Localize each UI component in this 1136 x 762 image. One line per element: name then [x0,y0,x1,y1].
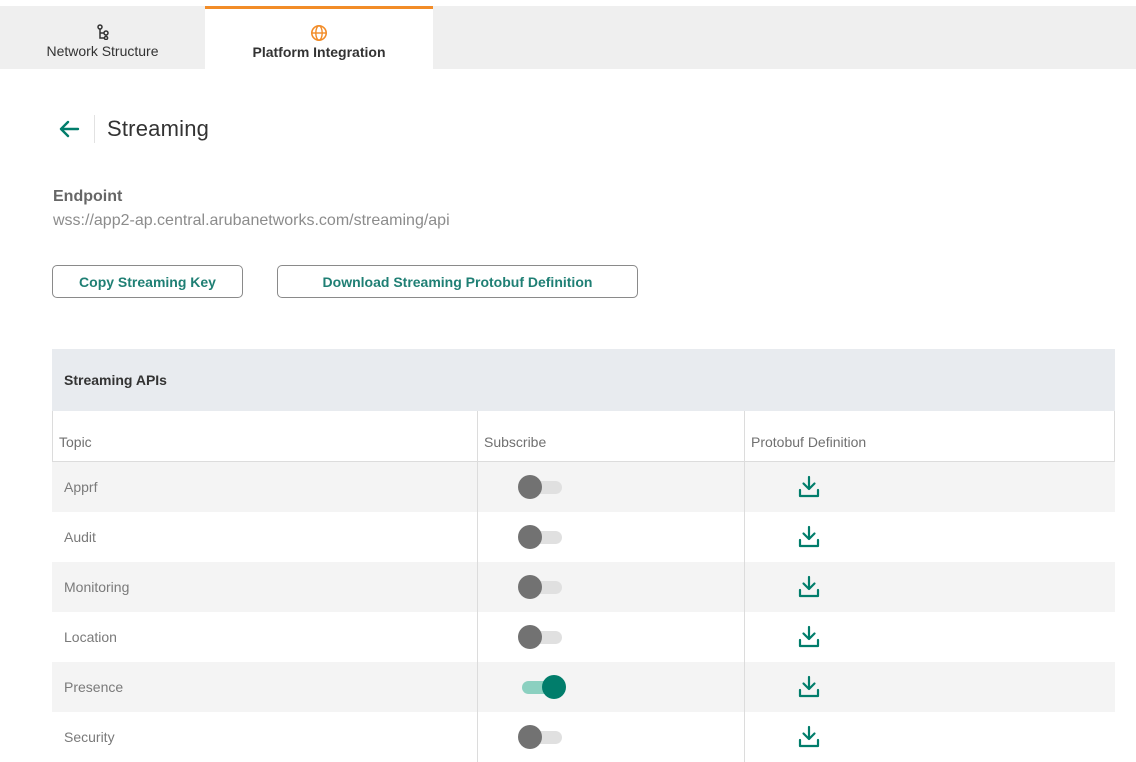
table-row: Monitoring [52,562,1115,612]
topic-cell: Monitoring [64,579,130,595]
subscribe-toggle[interactable] [518,725,564,749]
download-icon[interactable] [797,475,821,499]
table-header: Topic Subscribe Protobuf Definition [52,411,1115,462]
protobuf-cell [744,712,1113,762]
table-row: Audit [52,512,1115,562]
subscribe-cell [477,662,744,712]
table-body: Apprf Audit Monitoring Location Presence Secu… [52,462,1115,762]
download-icon[interactable] [797,575,821,599]
subscribe-toggle[interactable] [518,575,564,599]
protobuf-cell [744,662,1113,712]
subscribe-cell [477,562,744,612]
topic-cell: Apprf [64,479,98,495]
table-title: Streaming APIs [52,349,1115,411]
column-header-subscribe: Subscribe [478,411,745,461]
column-header-topic: Topic [53,411,478,461]
topic-cell: Presence [64,679,124,695]
protobuf-cell [744,562,1113,612]
streaming-apis-table: Streaming APIs Topic Subscribe Protobuf … [52,349,1115,762]
table-row: Apprf [52,462,1115,512]
arrow-left-icon[interactable] [58,117,82,141]
endpoint-url: wss://app2-ap.central.arubanetworks.com/… [53,212,450,229]
toggle-knob [518,525,542,549]
subscribe-toggle[interactable] [518,525,564,549]
copy-streaming-key-button[interactable]: Copy Streaming Key [52,265,243,298]
download-icon[interactable] [797,675,821,699]
subscribe-cell [477,462,744,512]
topic-cell: Security [64,729,115,745]
protobuf-cell [744,512,1113,562]
protobuf-cell [744,612,1113,662]
tab-label: Platform Integration [252,44,386,60]
protobuf-cell [744,462,1113,512]
toggle-knob [518,575,542,599]
download-protobuf-button[interactable]: Download Streaming Protobuf Definition [277,265,638,298]
toggle-knob [518,725,542,749]
topic-cell: Audit [64,529,96,545]
tab-platform-integration[interactable]: Platform Integration [205,6,433,69]
table-row: Location [52,612,1115,662]
page-header: Streaming [58,112,209,146]
hierarchy-icon [96,23,110,41]
toggle-knob [542,675,566,699]
download-icon[interactable] [797,525,821,549]
topic-cell: Location [64,629,117,645]
divider [94,115,95,143]
toggle-knob [518,475,542,499]
globe-icon [310,24,328,42]
toggle-knob [518,625,542,649]
subscribe-cell [477,512,744,562]
subscribe-toggle[interactable] [518,675,566,699]
tab-label: Network Structure [46,42,159,59]
download-icon[interactable] [797,725,821,749]
tab-network-structure[interactable]: Network Structure [0,6,205,69]
endpoint-label: Endpoint [53,188,123,205]
subscribe-toggle[interactable] [518,625,564,649]
table-row: Security [52,712,1115,762]
tab-bar: Network Structure Platform Integration [0,6,1136,69]
subscribe-cell [477,612,744,662]
subscribe-toggle[interactable] [518,475,564,499]
download-icon[interactable] [797,625,821,649]
page-title: Streaming [107,116,210,141]
table-row: Presence [52,662,1115,712]
subscribe-cell [477,712,744,762]
column-header-protobuf: Protobuf Definition [751,434,867,450]
